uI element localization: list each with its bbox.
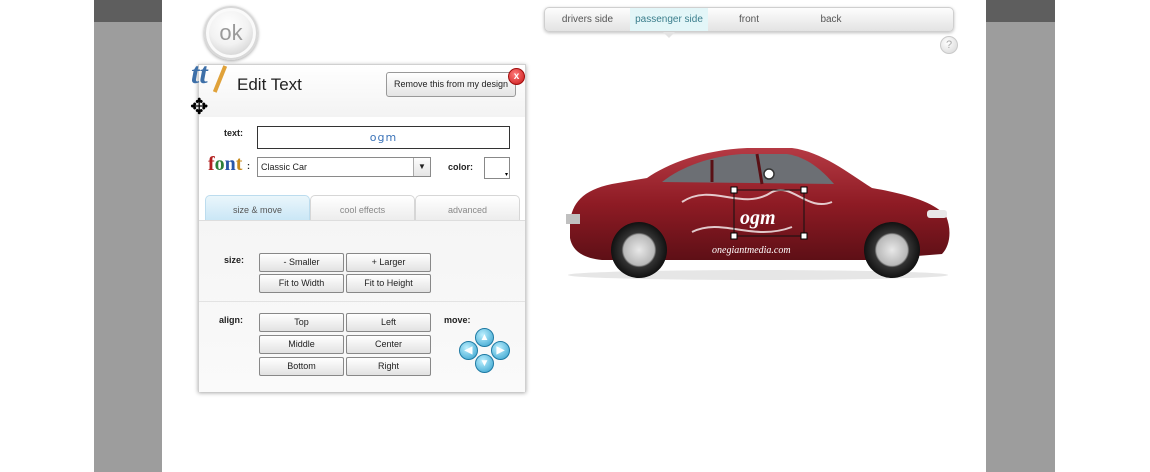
- tab-cool-effects[interactable]: cool effects: [310, 195, 415, 221]
- tab-drivers-side[interactable]: drivers side: [545, 8, 630, 31]
- top-bar-right: [986, 0, 1055, 22]
- car-preview[interactable]: ogm onegiantmedia.com: [562, 142, 954, 282]
- move-label: move:: [444, 315, 471, 325]
- smaller-button[interactable]: - Smaller: [259, 253, 344, 272]
- left-overlay: [94, 22, 162, 472]
- align-right-button[interactable]: Right: [346, 357, 431, 376]
- color-label: color:: [448, 162, 474, 172]
- tab-passenger-side[interactable]: passenger side: [630, 8, 708, 31]
- align-top-button[interactable]: Top: [259, 313, 344, 332]
- fit-to-width-button[interactable]: Fit to Width: [259, 274, 344, 293]
- resize-handle-tl[interactable]: [730, 186, 738, 194]
- view-tabs: drivers side passenger side front back: [544, 7, 954, 32]
- tab-back[interactable]: back: [790, 8, 872, 31]
- text-input[interactable]: ogm: [257, 126, 510, 149]
- font-select[interactable]: Classic Car ▼: [257, 157, 431, 177]
- font-select-value: Classic Car: [261, 162, 308, 172]
- resize-handle-br[interactable]: [800, 232, 808, 240]
- tab-front[interactable]: front: [708, 8, 790, 31]
- right-overlay: [986, 22, 1055, 472]
- resize-handle-bl[interactable]: [730, 232, 738, 240]
- top-bar-left: [94, 0, 162, 22]
- ok-button[interactable]: ok: [204, 6, 258, 60]
- rear-wheel: [611, 222, 667, 278]
- align-label: align:: [219, 315, 243, 325]
- chevron-down-icon: ▼: [413, 158, 430, 176]
- move-right-icon[interactable]: ▶: [491, 341, 510, 360]
- move-arrows: ▲ ◀ ▶ ▼: [459, 328, 511, 374]
- car-site-text: onegiantmedia.com: [712, 245, 791, 256]
- larger-button[interactable]: + Larger: [346, 253, 431, 272]
- close-icon: x: [513, 71, 520, 82]
- move-up-icon[interactable]: ▲: [475, 328, 494, 347]
- front-wheel: [864, 222, 920, 278]
- drag-move-icon[interactable]: ✥: [190, 96, 208, 118]
- tab-size-move[interactable]: size & move: [205, 195, 310, 221]
- remove-from-design-button[interactable]: Remove this from my design: [386, 72, 516, 97]
- align-center-button[interactable]: Center: [346, 335, 431, 354]
- edit-text-panel: tt ✥ Edit Text Remove this from my desig…: [190, 57, 526, 392]
- resize-handle-tr[interactable]: [800, 186, 808, 194]
- head-light: [927, 210, 947, 218]
- tail-light: [566, 214, 580, 224]
- size-label: size:: [224, 255, 245, 265]
- align-bottom-button[interactable]: Bottom: [259, 357, 344, 376]
- align-middle-button[interactable]: Middle: [259, 335, 344, 354]
- align-left-button[interactable]: Left: [346, 313, 431, 332]
- active-view-pointer: [663, 32, 675, 38]
- close-panel-button[interactable]: x: [508, 68, 525, 85]
- car-ogm-text: ogm: [740, 207, 776, 229]
- font-icon: font: [208, 153, 243, 175]
- panel-title: Edit Text: [237, 75, 302, 94]
- color-picker[interactable]: ▾: [484, 157, 510, 179]
- move-left-icon[interactable]: ◀: [459, 341, 478, 360]
- help-icon[interactable]: ?: [940, 36, 958, 54]
- fit-to-height-button[interactable]: Fit to Height: [346, 274, 431, 293]
- text-label: text:: [224, 128, 244, 138]
- move-down-icon[interactable]: ▼: [475, 354, 494, 373]
- font-label: :: [247, 161, 250, 171]
- rotate-handle-icon[interactable]: [763, 168, 775, 180]
- color-dropdown-icon: ▾: [504, 172, 508, 178]
- help-label: ?: [945, 39, 953, 51]
- ok-label: ok: [219, 20, 243, 45]
- tab-advanced[interactable]: advanced: [415, 195, 520, 221]
- option-tabs: size & move cool effects advanced: [205, 195, 521, 221]
- section-divider: [199, 301, 525, 302]
